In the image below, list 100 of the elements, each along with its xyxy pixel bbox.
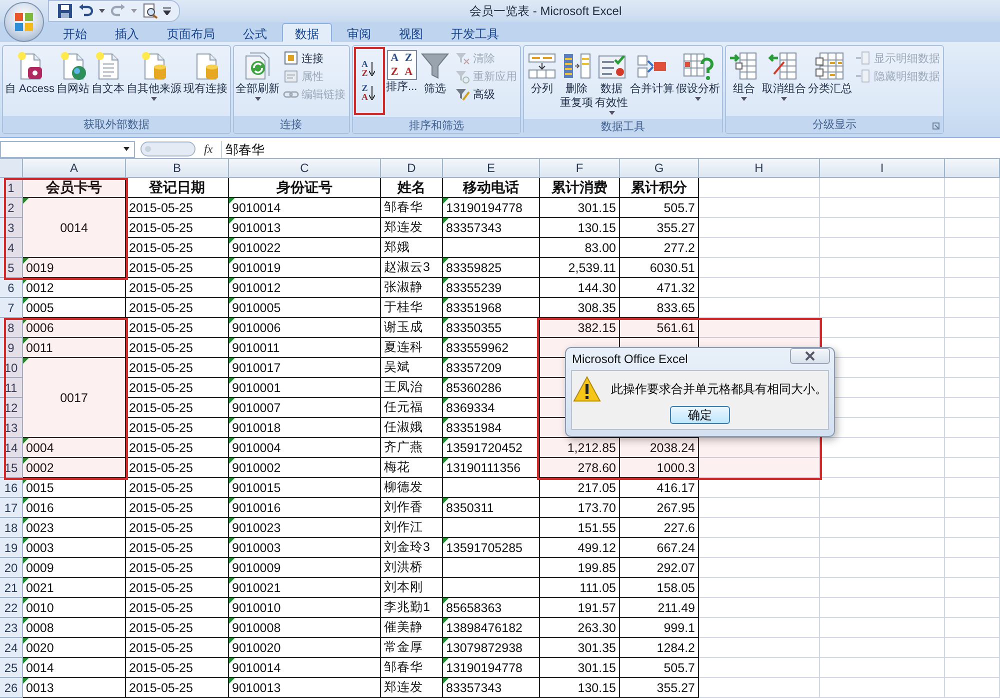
table-cell: 13190194778 (443, 658, 540, 678)
ribbon-button[interactable]: 合并计算 (629, 48, 676, 98)
ribbon-button[interactable]: 分类汇总 (807, 48, 854, 98)
row-header[interactable]: 15 (0, 458, 23, 478)
ribbon-tab[interactable]: 公式 (230, 23, 280, 42)
redo-icon[interactable] (110, 3, 126, 19)
column-header[interactable]: E (443, 159, 540, 178)
table-cell (945, 638, 1000, 658)
ribbon-button[interactable]: 数据 有效性 (594, 48, 630, 117)
column-header[interactable]: C (229, 159, 381, 178)
table-cell: 9010012 (229, 278, 381, 298)
column-header[interactable]: B (126, 159, 229, 178)
row-header[interactable]: 25 (0, 658, 23, 678)
row-header[interactable]: 18 (0, 518, 23, 538)
ribbon-tab[interactable]: 页面布局 (154, 23, 228, 42)
row-header[interactable]: 9 (0, 338, 23, 358)
table-cell: 2015-05-25 (126, 558, 229, 578)
ribbon-tab[interactable]: 数据 (282, 23, 332, 42)
table-cell: 柳德发 (381, 478, 443, 498)
ribbon-button[interactable]: 自网站 (56, 48, 91, 98)
column-header[interactable]: D (381, 159, 443, 178)
ribbon-button[interactable]: 全部刷新 (234, 48, 281, 103)
table-cell (945, 218, 1000, 238)
column-header[interactable]: I (820, 159, 945, 178)
row-header[interactable]: 1 (0, 178, 23, 198)
column-header[interactable]: A (23, 159, 126, 178)
row-header[interactable]: 10 (0, 358, 23, 378)
ribbon-button[interactable]: 自文本 (90, 48, 126, 98)
table-cell: 355.27 (620, 678, 699, 698)
row-header[interactable]: 17 (0, 498, 23, 518)
show-detail-icon (855, 50, 872, 66)
table-cell: 8369334 (443, 398, 540, 418)
select-all-corner[interactable] (0, 159, 23, 178)
row-header[interactable]: 24 (0, 638, 23, 658)
table-cell (945, 558, 1000, 578)
row-header[interactable]: 7 (0, 298, 23, 318)
sort-button[interactable]: A Z (360, 60, 378, 78)
ribbon-button[interactable]: 现有连接 (182, 48, 229, 98)
table-cell: 144.30 (540, 278, 620, 298)
name-box[interactable] (0, 140, 135, 158)
row-header[interactable]: 3 (0, 218, 23, 238)
ribbon-button[interactable]: 高级 (452, 86, 520, 102)
formula-field[interactable]: 邹春华 (220, 140, 1000, 158)
ok-button[interactable]: 确定 (670, 406, 730, 424)
sort-button[interactable]: Z A (360, 84, 378, 102)
row-header[interactable]: 12 (0, 398, 23, 418)
ribbon-button[interactable]: 自 Access (4, 48, 56, 98)
ribbon-tab[interactable]: 插入 (102, 23, 152, 42)
ribbon-button[interactable]: 删除 重复项 (559, 48, 594, 112)
table-cell: 382.15 (540, 318, 620, 338)
row-header[interactable]: 13 (0, 418, 23, 438)
caret-icon[interactable] (99, 9, 105, 13)
group-label: 分级显示 (812, 118, 857, 132)
table-cell: 999.1 (620, 618, 699, 638)
table-cell: 83357343 (443, 218, 540, 238)
row-header[interactable]: 23 (0, 618, 23, 638)
table-cell: 9010016 (229, 498, 381, 518)
table-cell: 刘作江 (381, 518, 443, 538)
ribbon-button[interactable]: 分列 (525, 48, 560, 98)
close-button[interactable] (790, 348, 830, 364)
table-cell: 郑娥 (381, 238, 443, 258)
row-header[interactable]: 5 (0, 258, 23, 278)
ribbon-button[interactable]: 筛选 (418, 48, 452, 98)
row-header[interactable]: 8 (0, 318, 23, 338)
ribbon-button[interactable]: 假设分析 (675, 48, 722, 103)
table-cell: 王凤治 (381, 378, 443, 398)
customize-menu-icon[interactable] (163, 7, 171, 15)
function-button[interactable]: fx (201, 142, 216, 156)
ribbon-button[interactable]: 自其他来源 (126, 48, 183, 103)
row-header[interactable]: 26 (0, 678, 23, 698)
grip-icon[interactable] (140, 141, 196, 157)
ribbon-tab[interactable]: 开发工具 (438, 23, 512, 42)
row-header[interactable]: 21 (0, 578, 23, 598)
ribbon-button[interactable]: 连接 (280, 50, 348, 66)
column-header[interactable] (945, 159, 1000, 178)
row-header[interactable]: 14 (0, 438, 23, 458)
ribbon-tab[interactable]: 审阅 (334, 23, 384, 42)
row-header[interactable]: 11 (0, 378, 23, 398)
table-cell: 9010010 (229, 598, 381, 618)
undo-icon[interactable] (78, 3, 94, 19)
ribbon-tab[interactable]: 开始 (50, 23, 100, 42)
ribbon-button[interactable]: 组合 (727, 48, 762, 103)
ribbon-button[interactable]: 取消组合 (761, 48, 808, 103)
column-header[interactable]: G (620, 159, 699, 178)
row-header[interactable]: 22 (0, 598, 23, 618)
table-cell: 217.05 (540, 478, 620, 498)
row-header[interactable]: 2 (0, 198, 23, 218)
table-cell: 211.49 (620, 598, 699, 618)
table-cell: 2015-05-25 (126, 678, 229, 698)
print-preview-icon[interactable] (142, 3, 158, 19)
row-header[interactable]: 16 (0, 478, 23, 498)
column-header[interactable]: F (540, 159, 620, 178)
row-header[interactable]: 6 (0, 278, 23, 298)
ribbon-tab[interactable]: 视图 (386, 23, 436, 42)
column-header[interactable]: H (699, 159, 820, 178)
dialog-launcher-icon[interactable] (932, 122, 940, 130)
row-header[interactable]: 19 (0, 538, 23, 558)
row-header[interactable]: 20 (0, 558, 23, 578)
row-header[interactable]: 4 (0, 238, 23, 258)
save-icon[interactable] (57, 3, 73, 19)
